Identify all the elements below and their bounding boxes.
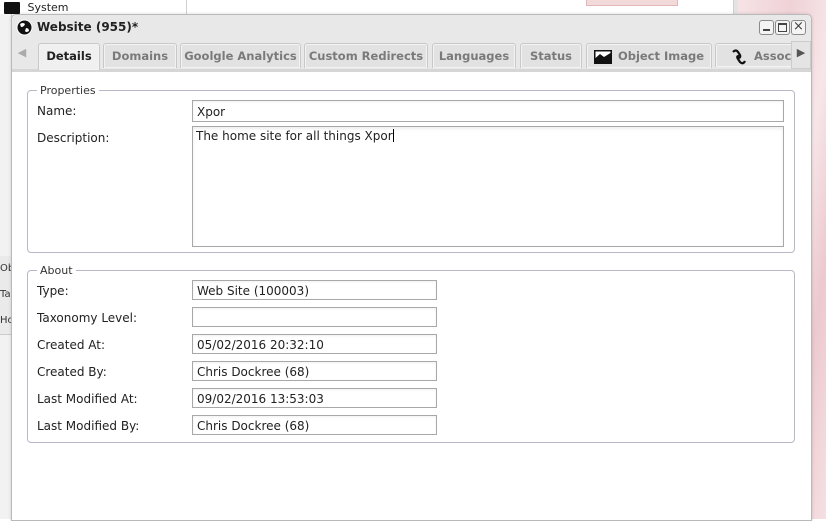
tab-domains[interactable]: Domains	[103, 43, 177, 68]
left-tab-hol[interactable]: Hol	[0, 308, 11, 335]
tab-custom-redirects[interactable]: Custom Redirects	[304, 43, 428, 68]
properties-legend: Properties	[40, 84, 96, 97]
description-label: Description:	[37, 131, 110, 145]
last-modified-at-field[interactable]: 09/02/2016 13:53:03	[192, 388, 437, 408]
name-input[interactable]: Xpor	[192, 100, 784, 122]
left-tab-label: Hol	[0, 315, 11, 326]
created-at-field[interactable]: 05/02/2016 20:32:10	[192, 334, 437, 354]
window-title: Website (955)*	[37, 20, 139, 34]
type-field[interactable]: Web Site (100003)	[192, 280, 437, 300]
tab-scroll-right-button[interactable]: ▶	[791, 41, 811, 69]
type-value: Web Site (100003)	[197, 284, 310, 298]
details-panel: Properties Name: Xpor Description: The h…	[12, 72, 811, 520]
created-by-label: Created By:	[37, 365, 107, 379]
tab-label: Status	[529, 49, 573, 63]
tree-item-label: System	[27, 1, 69, 14]
tree-view: System	[0, 0, 186, 14]
type-label: Type:	[37, 284, 69, 298]
window-titlebar[interactable]: Website (955)* ×	[12, 15, 811, 41]
tab-label: Languages	[438, 49, 510, 63]
created-at-value: 05/02/2016 20:32:10	[197, 338, 324, 352]
tab-google-analytics[interactable]: Goolgle Analytics	[180, 43, 301, 68]
name-value: Xpor	[197, 105, 226, 119]
tab-bar: ◀ Details Domains Goolgle Analytics Cust…	[12, 41, 811, 72]
tab-label: Goolgle Analytics	[184, 49, 297, 63]
left-tab-label: Obj	[0, 263, 11, 274]
created-at-label: Created At:	[37, 338, 106, 352]
image-icon	[593, 49, 612, 64]
left-tab-tax[interactable]: Tax	[0, 282, 11, 309]
close-button[interactable]: ×	[791, 19, 806, 35]
arrow-left-icon: ◀	[17, 46, 27, 59]
last-modified-by-field[interactable]: Chris Dockree (68)	[192, 415, 437, 435]
folder-icon	[4, 2, 20, 14]
about-legend: About	[40, 264, 73, 277]
link-icon	[732, 48, 746, 64]
maximize-icon	[778, 23, 787, 32]
tab-status[interactable]: Status	[520, 43, 582, 68]
close-icon: ×	[793, 19, 804, 34]
description-textarea[interactable]: The home site for all things Xpor	[192, 126, 784, 247]
left-tab-obj[interactable]: Obj	[0, 256, 11, 283]
tab-object-image[interactable]: Object Image	[586, 43, 712, 68]
tab-scroll-left-button[interactable]: ◀	[12, 41, 32, 69]
tab-label: Custom Redirects	[308, 49, 424, 63]
name-label: Name:	[37, 104, 77, 118]
minimize-icon	[763, 29, 770, 31]
last-modified-at-label: Last Modified At:	[37, 392, 138, 406]
maximize-button[interactable]	[775, 20, 790, 35]
globe-gear-icon	[16, 19, 33, 36]
tab-associations[interactable]: Associ	[715, 43, 795, 67]
last-modified-by-label: Last Modified By:	[37, 419, 140, 433]
arrow-right-icon: ▶	[796, 46, 806, 59]
taxonomy-level-label: Taxonomy Level:	[37, 311, 138, 325]
taxonomy-level-field[interactable]	[192, 307, 437, 327]
description-value: The home site for all things Xpor	[196, 129, 393, 143]
last-modified-by-value: Chris Dockree (68)	[197, 419, 310, 433]
minimize-button[interactable]	[759, 20, 774, 35]
tab-label: Details	[46, 49, 92, 63]
tab-label: Associ	[754, 49, 795, 63]
website-window: Website (955)* × ◀ Details Domains Goolg…	[11, 14, 812, 521]
last-modified-at-value: 09/02/2016 13:53:03	[197, 392, 324, 406]
tab-details[interactable]: Details	[38, 43, 100, 70]
window-controls: ×	[759, 19, 806, 35]
tab-label: Domains	[111, 49, 169, 63]
created-by-field[interactable]: Chris Dockree (68)	[192, 361, 437, 381]
tab-languages[interactable]: Languages	[432, 43, 516, 68]
left-tab-label: Tax	[0, 289, 11, 300]
created-by-value: Chris Dockree (68)	[197, 365, 310, 379]
background-highlight-box	[586, 0, 678, 6]
text-caret	[392, 129, 394, 142]
tab-label: Object Image	[617, 49, 705, 63]
